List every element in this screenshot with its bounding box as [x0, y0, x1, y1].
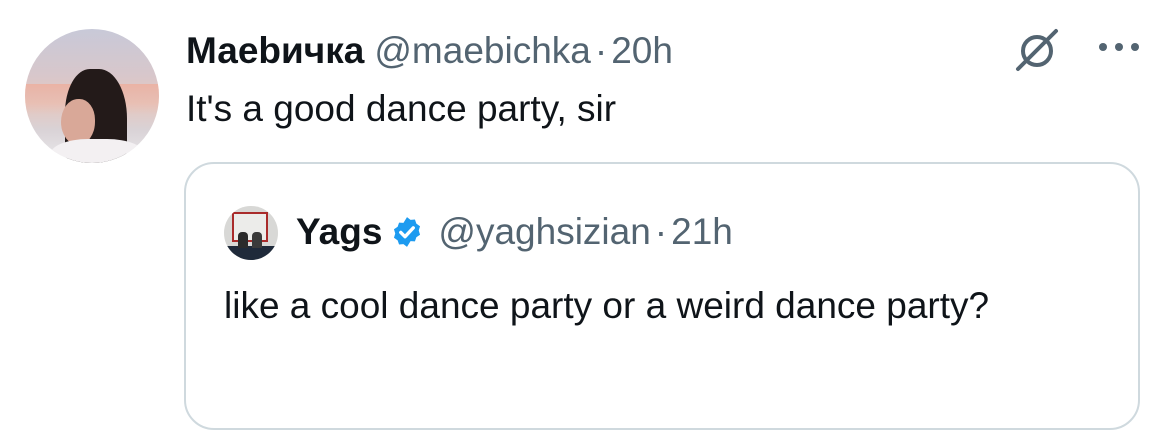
q-avatar-floor — [224, 246, 278, 260]
quoted-tweet-text: like a cool dance party or a weird dance… — [224, 285, 990, 326]
avatar-shirt — [50, 139, 145, 163]
author-handle[interactable]: @maebichka — [374, 28, 591, 74]
quoted-author-handle[interactable]: @yaghsizian — [438, 210, 650, 254]
quoted-tweet-header: Yags @yaghsizian · 21h — [296, 210, 733, 254]
quoted-author-avatar[interactable] — [224, 206, 278, 260]
verified-badge-icon — [394, 217, 421, 247]
q-avatar-person — [238, 232, 248, 248]
tweet-text: It's a good dance party, sir — [186, 88, 617, 129]
tweet-header: Маеbичка @maebichka · 20h — [186, 28, 673, 74]
q-avatar-person — [252, 232, 262, 248]
more-horizontal-icon[interactable] — [1096, 40, 1142, 54]
tweet-timestamp[interactable]: 20h — [611, 28, 673, 74]
quoted-header-separator: · — [654, 211, 668, 252]
tweet[interactable]: Маеbичка @maebichka · 20h It's a good da… — [0, 0, 1170, 441]
quoted-tweet-timestamp[interactable]: 21h — [671, 210, 733, 254]
author-avatar[interactable] — [25, 29, 159, 163]
grok-icon[interactable] — [1012, 27, 1062, 73]
author-display-name[interactable]: Маеbичка — [186, 28, 364, 74]
quoted-tweet[interactable]: Yags @yaghsizian · 21h like a cool dance… — [184, 162, 1140, 430]
header-separator: · — [594, 30, 608, 71]
quoted-author-display-name[interactable]: Yags — [296, 210, 382, 254]
